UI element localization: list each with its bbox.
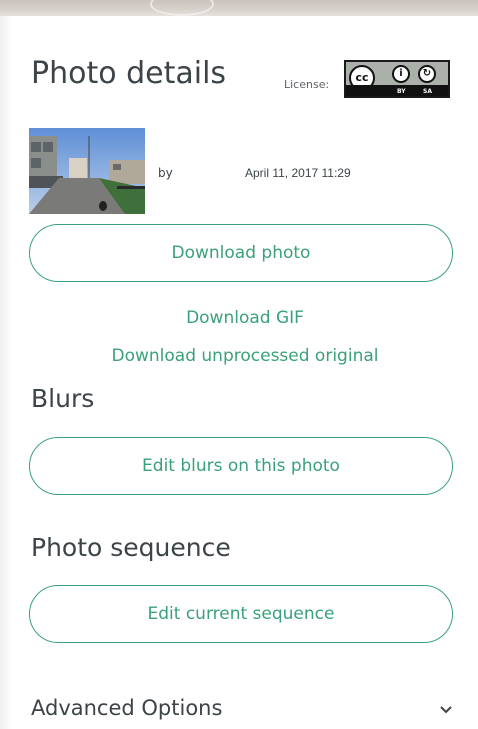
sa-label: SA: [423, 88, 432, 95]
blurs-heading: Blurs: [31, 384, 95, 413]
background-image-strip: [0, 0, 478, 16]
share-alike-icon: ↻: [418, 65, 436, 83]
cc-by-sa-license-icon[interactable]: cc i ↻ BY SA: [344, 60, 450, 98]
advanced-options-toggle[interactable]: Advanced Options: [31, 696, 222, 720]
edit-blurs-button[interactable]: Edit blurs on this photo: [29, 437, 453, 495]
photo-sequence-heading: Photo sequence: [31, 533, 231, 562]
panel-shadow: [0, 16, 12, 729]
page-title: Photo details: [31, 56, 227, 91]
download-photo-button[interactable]: Download photo: [29, 224, 453, 282]
download-gif-link[interactable]: Download GIF: [12, 308, 478, 328]
photo-thumbnail[interactable]: [29, 128, 145, 214]
photo-details-panel: Photo details License: cc i ↻ BY SA by A…: [12, 16, 478, 729]
photo-author: by: [158, 166, 173, 180]
photo-date: April 11, 2017 11:29: [245, 166, 351, 180]
chevron-down-icon[interactable]: [436, 700, 456, 720]
attribution-icon: i: [392, 65, 410, 83]
download-original-link[interactable]: Download unprocessed original: [12, 346, 478, 366]
by-label: BY: [397, 88, 406, 95]
license-label: License:: [284, 78, 330, 91]
edit-sequence-button[interactable]: Edit current sequence: [29, 585, 453, 643]
